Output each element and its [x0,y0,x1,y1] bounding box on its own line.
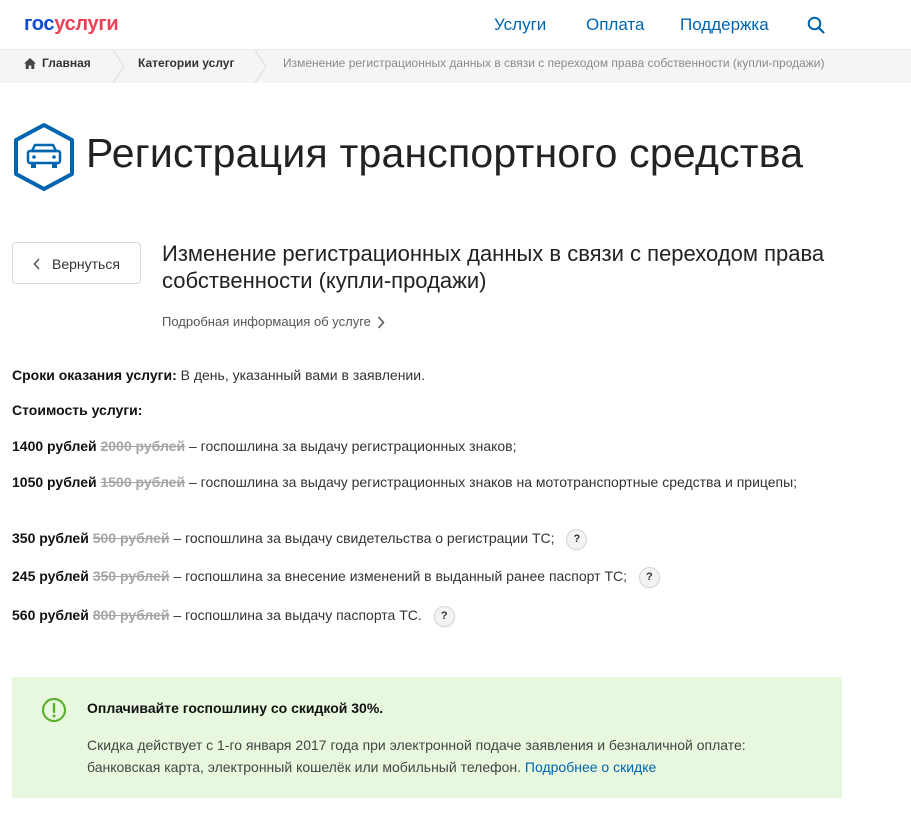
cost-price: 1400 рублей [12,438,97,454]
chevron-left-icon [33,258,40,270]
terms-value: В день, указанный вами в заявлении. [180,367,425,383]
cost-item: 245 рублей 350 рублей – госпошлина за вн… [12,565,660,588]
cost-description: – госпошлина за выдачу регистрационных з… [188,474,798,490]
discount-title: Оплачивайте госпошлину со скидкой 30%. [87,700,384,716]
cost-description: – госпошлина за выдачу регистрационных з… [188,438,517,454]
cost-price: 350 рублей [12,530,89,546]
nav-support[interactable]: Поддержка [680,15,769,35]
logo-part-gos: гос [24,13,55,35]
back-button[interactable]: Вернуться [12,242,141,284]
page-title: Регистрация транспортного средства [86,130,804,176]
service-title: Изменение регистрационных данных в связи… [162,241,825,293]
help-question-icon[interactable]: ? [433,606,455,627]
cost-heading: Стоимость услуги: [12,399,142,421]
cost-old-price: 350 рублей [92,568,170,584]
terms-label: Сроки оказания услуги: [12,367,177,383]
cost-description: – госпошлина за выдачу свидетельства о р… [173,530,555,546]
help-question-icon[interactable]: ? [638,567,660,588]
chevron-right-icon [377,316,385,329]
nav-payment[interactable]: Оплата [586,15,644,35]
cost-item: 1400 рублей 2000 рублей – госпошлина за … [12,435,517,457]
breadcrumb-home-label: Главная [42,56,91,70]
breadcrumb-categories[interactable]: Категории услуг [138,50,234,83]
cost-price: 1050 рублей [12,474,97,490]
breadcrumb-separator-icon [254,50,267,83]
search-icon[interactable] [807,16,825,34]
breadcrumb-home[interactable]: Главная [24,50,91,83]
nav-services[interactable]: Услуги [494,15,546,35]
cost-label: Стоимость услуги: [12,402,143,418]
help-question-icon[interactable]: ? [566,529,588,550]
back-button-label: Вернуться [52,256,120,272]
logo-part-uslugi: услуги [54,13,119,35]
cost-price: 560 рублей [12,607,89,623]
discount-notice: Оплачивайте госпошлину со скидкой 30%. С… [12,677,842,798]
cost-old-price: 2000 рублей [100,438,186,454]
cost-item: 1050 рублей 1500 рублей – госпошлина за … [12,471,802,493]
discount-text: Скидка действует с 1-го января 2017 года… [87,734,787,778]
service-details-label: Подробная информация об услуге [162,314,371,329]
home-icon [24,58,36,69]
breadcrumb-separator-icon [112,50,125,83]
breadcrumb: Главная Категории услуг Изменение регист… [0,50,911,83]
cost-old-price: 800 рублей [92,607,170,623]
breadcrumb-current: Изменение регистрационных данных в связи… [283,56,825,70]
cost-description: – госпошлина за внесение изменений в выд… [173,568,628,584]
discount-more-link[interactable]: Подробнее о скидке [525,759,656,775]
cost-item: 560 рублей 800 рублей – госпошлина за вы… [12,604,455,627]
cost-old-price: 500 рублей [92,530,170,546]
service-details-link[interactable]: Подробная информация об услуге [162,314,385,329]
exclamation-circle-icon [41,697,67,723]
cost-price: 245 рублей [12,568,89,584]
service-terms: Сроки оказания услуги: В день, указанный… [12,364,425,386]
cost-old-price: 1500 рублей [100,474,186,490]
gosuslugi-logo[interactable]: госуслуги [24,13,119,36]
top-header: госуслуги Услуги Оплата Поддержка [0,0,911,50]
cost-description: – госпошлина за выдачу паспорта ТС. [173,607,422,623]
cost-item: 350 рублей 500 рублей – госпошлина за вы… [12,527,588,550]
car-icon [14,123,74,191]
